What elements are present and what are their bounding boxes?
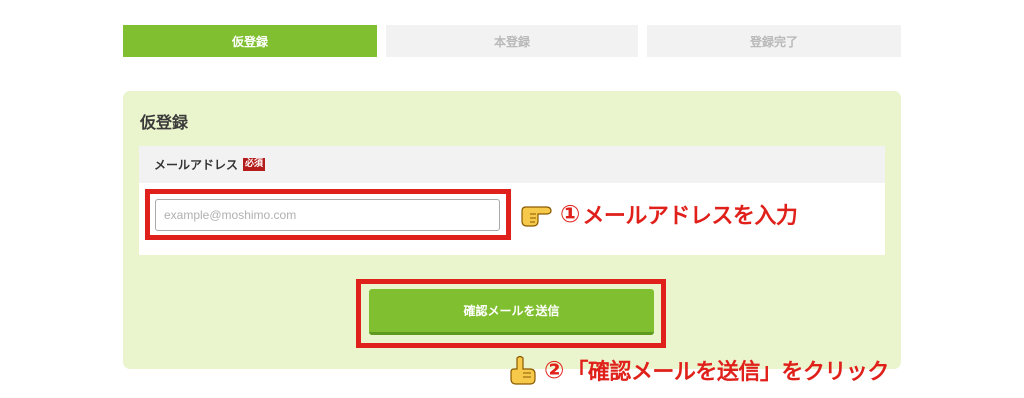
email-label: メールアドレス — [154, 158, 239, 172]
annotation-step-1: ① メールアドレスを入力 — [520, 196, 798, 232]
annotation-step-2: ② 「確認メールを送信」をクリック — [504, 352, 889, 388]
annotation-1-number: ① — [560, 200, 581, 228]
annotation-1-text: メールアドレスを入力 — [582, 204, 798, 229]
highlight-box-email — [145, 189, 511, 240]
required-badge: 必須 — [243, 158, 266, 171]
highlight-box-submit — [356, 279, 666, 348]
annotation-2-number: ② — [544, 356, 565, 384]
pointing-hand-right-icon — [521, 206, 552, 227]
step-temporary-registration-active: 仮登録 — [123, 25, 377, 57]
step-registration-complete: 登録完了 — [647, 25, 901, 57]
annotation-2-text: 「確認メールを送信」をクリック — [566, 360, 889, 385]
step-progress-bar: 仮登録 本登録 登録完了 — [123, 25, 901, 57]
panel-title: 仮登録 — [140, 113, 189, 132]
pointing-hand-up-icon — [510, 355, 536, 385]
step-full-registration: 本登録 — [386, 25, 638, 57]
email-label-row: メールアドレス 必須 — [139, 146, 885, 183]
